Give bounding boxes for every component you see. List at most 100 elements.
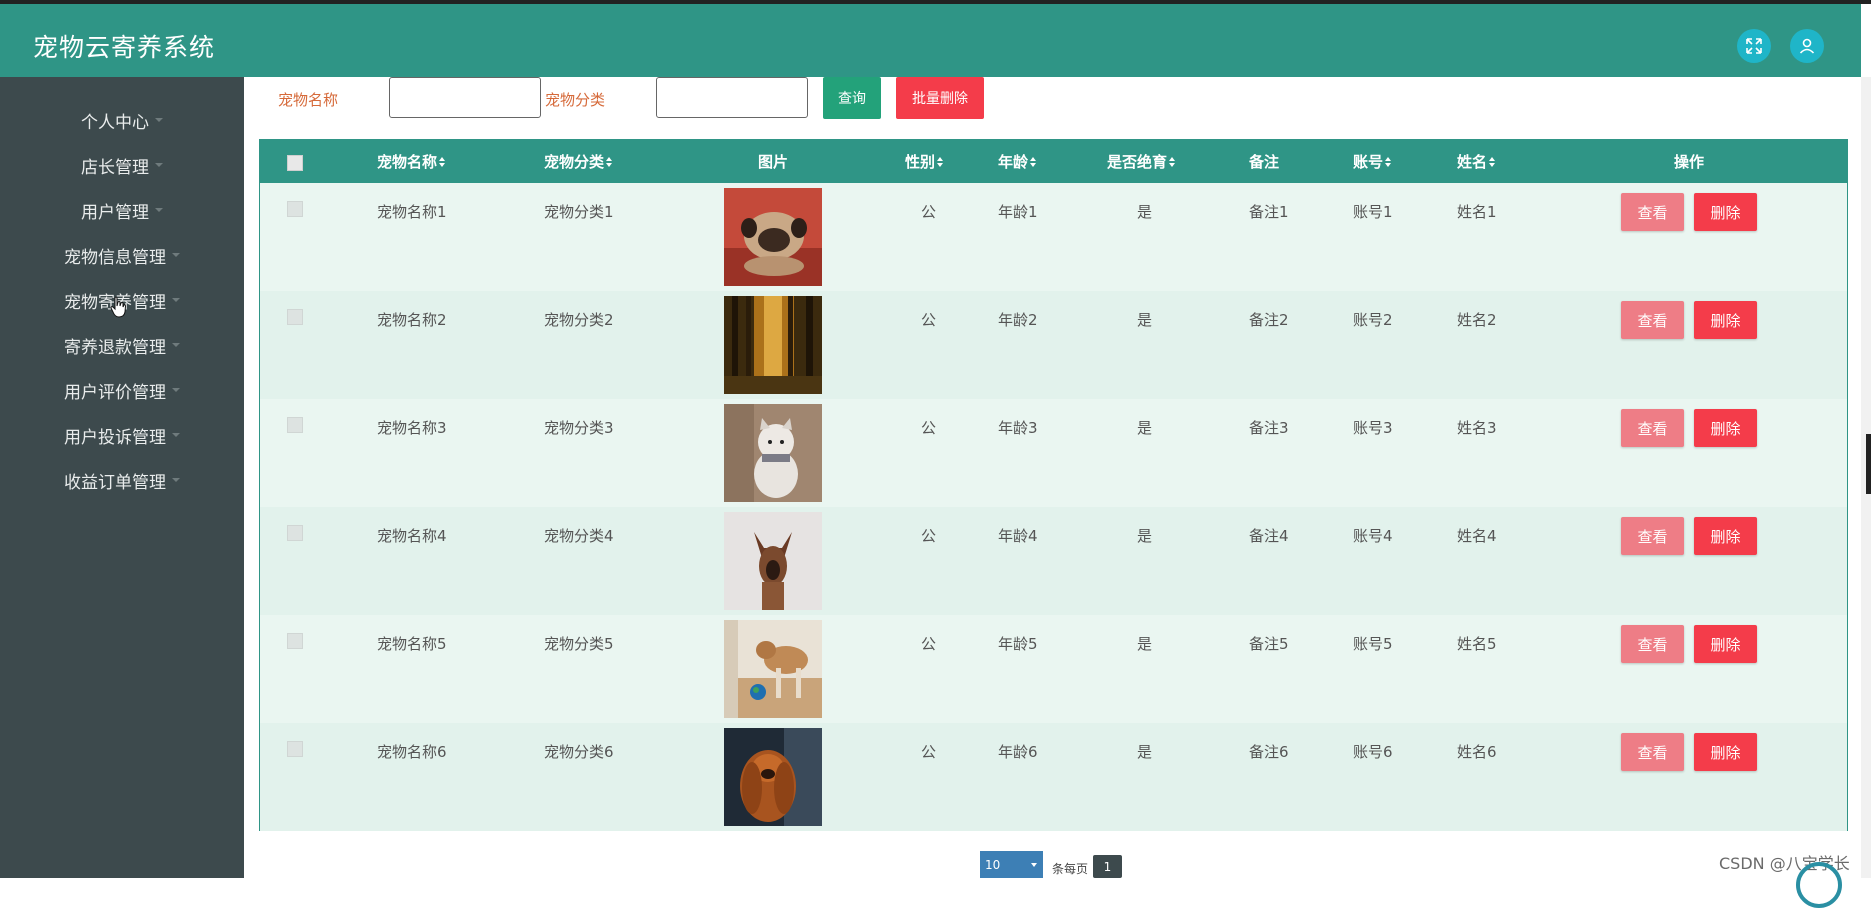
cell-age: 年龄3 <box>998 419 1038 437</box>
column-header-age[interactable]: 年龄 <box>998 140 1037 183</box>
per-page-label: 条每页 <box>1052 862 1089 876</box>
pet-category-label: 宠物分类 <box>545 91 606 109</box>
column-header-account[interactable]: 账号 <box>1353 140 1392 183</box>
cell-account: 账号3 <box>1353 419 1393 437</box>
table-row: 宠物名称6 宠物分类6 公 年龄6 是 备注6 账号6 姓名6 查看 删除 <box>260 723 1847 831</box>
query-button[interactable]: 查询 <box>823 77 881 119</box>
cell-neutered: 是 <box>1137 743 1153 761</box>
cell-neutered: 是 <box>1137 311 1153 329</box>
forest-photo <box>724 296 822 394</box>
cell-neutered: 是 <box>1137 419 1153 437</box>
view-button[interactable]: 查看 <box>1621 625 1684 663</box>
top-header: 宠物云寄养系统 <box>0 4 1861 77</box>
table-row: 宠物名称2 宠物分类2 公 年龄2 是 备注2 账号2 姓名2 查看 删除 <box>260 291 1847 399</box>
row-checkbox[interactable] <box>287 417 303 433</box>
table-header: 宠物名称 宠物分类 图片 性别 年龄 是否绝育 备注 账号 姓名 操作 <box>260 140 1847 183</box>
scrollbar-thumb[interactable] <box>1866 434 1871 494</box>
chevron-down-icon <box>172 388 180 392</box>
sidebar-item-label: 用户管理 <box>81 202 149 223</box>
row-checkbox[interactable] <box>287 201 303 217</box>
sidebar: 个人中心 店长管理 用户管理 宠物信息管理 宠物寄养管理 寄养退款管理 用户评价… <box>0 77 244 878</box>
cell-note: 备注1 <box>1249 203 1289 221</box>
cell-account: 账号5 <box>1353 635 1393 653</box>
cell-gender: 公 <box>921 527 937 545</box>
column-header-real-name[interactable]: 姓名 <box>1457 140 1496 183</box>
shepherd-photo <box>724 512 822 610</box>
user-icon[interactable] <box>1790 29 1824 63</box>
sidebar-item-label: 店长管理 <box>81 157 149 178</box>
delete-button[interactable]: 删除 <box>1694 409 1757 447</box>
pet-name-label: 宠物名称 <box>278 91 339 109</box>
cell-real-name: 姓名6 <box>1457 743 1497 761</box>
cell-neutered: 是 <box>1137 635 1153 653</box>
page-size-select[interactable]: 10 <box>980 851 1043 878</box>
row-checkbox[interactable] <box>287 309 303 325</box>
sort-icon <box>1030 156 1037 167</box>
cell-note: 备注3 <box>1249 419 1289 437</box>
cell-gender: 公 <box>921 311 937 329</box>
page-number-current[interactable]: 1 <box>1093 855 1122 878</box>
sidebar-item-boarding-refund[interactable]: 寄养退款管理 <box>0 329 244 361</box>
sidebar-item-revenue-orders[interactable]: 收益订单管理 <box>0 464 244 496</box>
chevron-down-icon <box>1031 863 1037 867</box>
column-header-pet-name[interactable]: 宠物名称 <box>377 140 446 183</box>
view-button[interactable]: 查看 <box>1621 733 1684 771</box>
view-button[interactable]: 查看 <box>1621 409 1684 447</box>
cell-neutered: 是 <box>1137 527 1153 545</box>
sidebar-item-users[interactable]: 用户管理 <box>0 194 244 226</box>
page-size-value: 10 <box>985 857 1001 872</box>
cell-real-name: 姓名3 <box>1457 419 1497 437</box>
cell-real-name: 姓名4 <box>1457 527 1497 545</box>
table-row: 宠物名称5 宠物分类5 公 年龄5 是 备注5 账号5 姓名5 查看 删除 <box>260 615 1847 723</box>
cell-neutered: 是 <box>1137 203 1153 221</box>
cell-age: 年龄2 <box>998 311 1038 329</box>
chevron-down-icon <box>172 478 180 482</box>
batch-delete-button[interactable]: 批量删除 <box>896 77 984 119</box>
pet-category-input[interactable] <box>656 77 808 118</box>
cell-gender: 公 <box>921 743 937 761</box>
column-header-gender[interactable]: 性别 <box>905 140 944 183</box>
table-row: 宠物名称1 宠物分类1 公 年龄1 是 备注1 账号1 姓名1 查看 删除 <box>260 183 1847 291</box>
row-checkbox[interactable] <box>287 741 303 757</box>
sidebar-item-personal-center[interactable]: 个人中心 <box>0 104 244 136</box>
view-button[interactable]: 查看 <box>1621 301 1684 339</box>
sort-icon <box>439 156 446 167</box>
cell-age: 年龄4 <box>998 527 1038 545</box>
view-button[interactable]: 查看 <box>1621 193 1684 231</box>
sort-icon <box>1169 156 1176 167</box>
floating-action-icon[interactable] <box>1796 862 1842 908</box>
expand-icon[interactable] <box>1737 29 1771 63</box>
row-checkbox[interactable] <box>287 633 303 649</box>
row-checkbox[interactable] <box>287 525 303 541</box>
column-header-pet-category[interactable]: 宠物分类 <box>544 140 613 183</box>
view-button[interactable]: 查看 <box>1621 517 1684 555</box>
delete-button[interactable]: 删除 <box>1694 193 1757 231</box>
column-header-neutered[interactable]: 是否绝育 <box>1107 140 1176 183</box>
chevron-down-icon <box>172 253 180 257</box>
table-row: 宠物名称3 宠物分类3 公 年龄3 是 备注3 账号3 姓名3 查看 删除 <box>260 399 1847 507</box>
delete-button[interactable]: 删除 <box>1694 625 1757 663</box>
cell-real-name: 姓名5 <box>1457 635 1497 653</box>
pet-name-input[interactable] <box>389 77 541 118</box>
cell-age: 年龄6 <box>998 743 1038 761</box>
cell-account: 账号4 <box>1353 527 1393 545</box>
delete-button[interactable]: 删除 <box>1694 733 1757 771</box>
pet-table: 宠物名称 宠物分类 图片 性别 年龄 是否绝育 备注 账号 姓名 操作 宠物名称… <box>259 139 1848 831</box>
sidebar-item-manager[interactable]: 店长管理 <box>0 149 244 181</box>
sidebar-item-user-complaints[interactable]: 用户投诉管理 <box>0 419 244 451</box>
cell-pet-category: 宠物分类5 <box>544 635 614 653</box>
chevron-down-icon <box>155 118 163 122</box>
delete-button[interactable]: 删除 <box>1694 301 1757 339</box>
sort-icon <box>1385 156 1392 167</box>
sidebar-item-pet-info[interactable]: 宠物信息管理 <box>0 239 244 271</box>
select-all-checkbox[interactable] <box>287 155 303 171</box>
cell-pet-category: 宠物分类1 <box>544 203 614 221</box>
cell-pet-category: 宠物分类2 <box>544 311 614 329</box>
sort-icon <box>606 156 613 167</box>
cell-note: 备注4 <box>1249 527 1289 545</box>
sidebar-item-user-reviews[interactable]: 用户评价管理 <box>0 374 244 406</box>
sidebar-item-label: 收益订单管理 <box>64 472 166 493</box>
cell-real-name: 姓名1 <box>1457 203 1497 221</box>
cell-pet-category: 宠物分类3 <box>544 419 614 437</box>
delete-button[interactable]: 删除 <box>1694 517 1757 555</box>
